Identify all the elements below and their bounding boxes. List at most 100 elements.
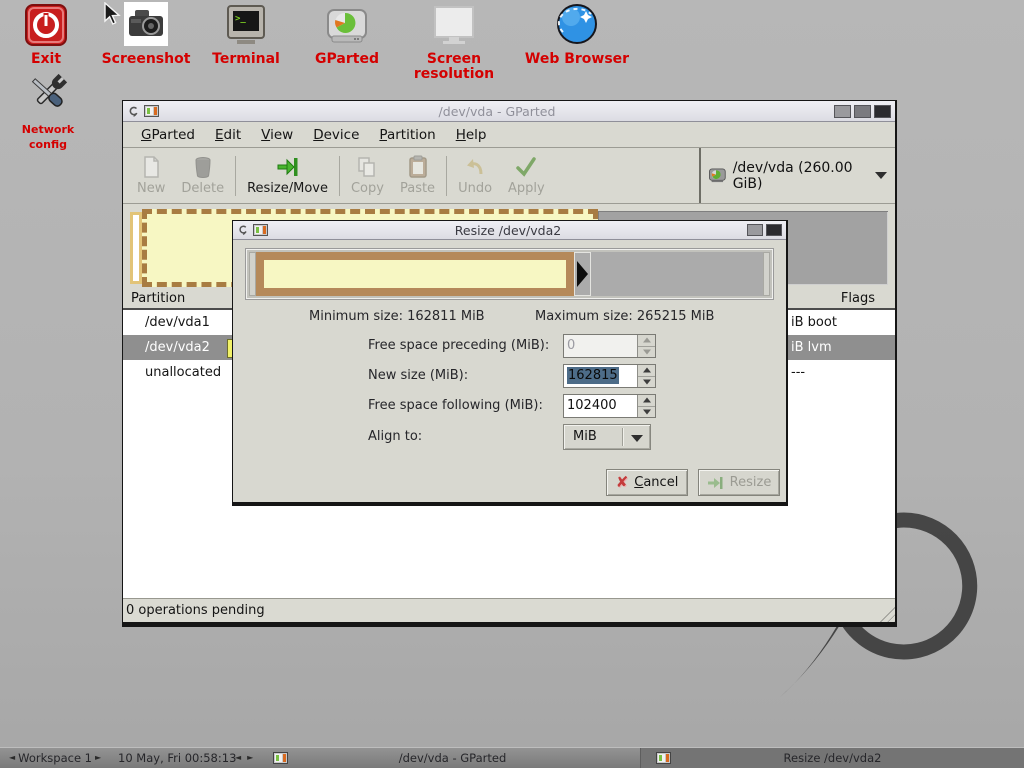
maximize-button[interactable]: [854, 105, 871, 118]
apply-button[interactable]: Apply: [500, 152, 553, 199]
window-title: /dev/vda - GParted: [163, 104, 831, 119]
menu-edit[interactable]: Edit: [205, 124, 251, 146]
spin-buttons[interactable]: [637, 365, 655, 387]
desktop-icon-web-browser[interactable]: Web Browser: [522, 2, 632, 67]
new-size-spinner[interactable]: 162815: [563, 364, 656, 388]
mouse-cursor: [103, 2, 123, 26]
close-button[interactable]: [874, 105, 891, 118]
copy-icon: [355, 155, 379, 179]
dropdown-separator: [622, 428, 624, 446]
unallocated-area: [591, 252, 763, 296]
paste-button[interactable]: Paste: [392, 152, 443, 199]
task-label: Resize /dev/vda2: [641, 751, 1024, 765]
desktop-icon-network-config[interactable]: Network config: [4, 70, 92, 152]
new-icon: [140, 155, 162, 179]
task-label: /dev/vda - GParted: [265, 751, 640, 765]
flags-fragment: iB boot: [791, 310, 837, 335]
arrow-right-icon[interactable]: ►: [244, 753, 256, 763]
delete-icon: [192, 155, 214, 179]
task-button-gparted[interactable]: /dev/vda - GParted: [265, 748, 640, 768]
arrow-left-icon[interactable]: ◄: [232, 753, 244, 763]
resize-grip[interactable]: [879, 606, 895, 622]
right-resize-handle[interactable]: [574, 252, 591, 296]
arrow-right-icon[interactable]: ►: [92, 753, 104, 763]
menu-help[interactable]: Help: [446, 124, 497, 146]
dialog-titlebar[interactable]: Resize /dev/vda2: [233, 221, 786, 240]
desktop-icon-label: GParted: [315, 51, 379, 67]
debian-swirl-icon: [237, 224, 249, 236]
spin-up-icon: [638, 335, 655, 347]
desktop-icon-label: Terminal: [212, 51, 280, 67]
new-button[interactable]: New: [129, 152, 173, 199]
minimum-size-label: Minimum size: 162811 MiB: [309, 309, 485, 324]
resize-button[interactable]: Resize: [698, 469, 780, 496]
resize-dialog: Resize /dev/vda2 Minimum size: 162811 Mi…: [232, 220, 788, 506]
gparted-window-icon: [253, 224, 268, 236]
resize-move-icon: [276, 155, 300, 179]
new-size-row: New size (MiB): 162815: [233, 364, 786, 388]
menubar: GParted Edit View Device Partition Help: [123, 122, 895, 148]
desktop-icon-label: Web Browser: [525, 51, 629, 67]
globe-icon: [555, 2, 599, 46]
desktop-icon-gparted[interactable]: GParted: [303, 6, 391, 67]
column-header-partition[interactable]: Partition: [131, 291, 185, 306]
delete-button[interactable]: Delete: [173, 152, 232, 199]
taskbar: ◄ Workspace 1 ► 10 May, Fri 00:58:13 ◄ ►…: [0, 747, 1024, 768]
device-label: /dev/vda (260.00 GiB): [733, 160, 868, 192]
free-space-preceding-spinner: 0: [563, 334, 656, 358]
monitor-icon: [432, 6, 476, 46]
desktop: Exit Screenshot >_ Terminal: [0, 0, 1024, 768]
maximum-size-label: Maximum size: 265215 MiB: [535, 309, 714, 324]
flags-fragment: iB lvm: [791, 335, 832, 360]
undo-button[interactable]: Undo: [450, 152, 500, 199]
left-resize-grip[interactable]: [249, 252, 256, 296]
cancel-x-icon: ✘: [616, 475, 629, 490]
desktop-icon-label: Exit: [31, 51, 61, 67]
column-header-flags[interactable]: Flags: [783, 291, 895, 311]
resize-move-button[interactable]: Resize/Move: [239, 152, 336, 199]
device-selector[interactable]: /dev/vda (260.00 GiB): [699, 148, 895, 203]
task-button-resize-dialog[interactable]: Resize /dev/vda2: [640, 748, 1024, 768]
toolbar: New Delete Resize/Move Copy Paste: [123, 148, 895, 204]
copy-button[interactable]: Copy: [343, 152, 392, 199]
menu-device[interactable]: Device: [303, 124, 369, 146]
workspace-switcher[interactable]: ◄ Workspace 1 ►: [6, 748, 104, 768]
align-to-row: Align to: MiB: [233, 424, 786, 450]
cancel-button[interactable]: ✘ Cancel: [606, 469, 688, 496]
maximize-button[interactable]: [747, 224, 763, 236]
close-button[interactable]: [766, 224, 782, 236]
undo-icon: [463, 155, 487, 179]
partition-segment-vda1[interactable]: [130, 212, 142, 284]
dialog-title: Resize /dev/vda2: [272, 223, 744, 238]
arrow-left-icon[interactable]: ◄: [6, 753, 18, 763]
desktop-icon-screen-resolution[interactable]: Screen resolution: [388, 6, 520, 82]
spin-up-icon: [638, 395, 655, 407]
menu-view[interactable]: View: [251, 124, 303, 146]
free-space-following-spinner[interactable]: 102400: [563, 394, 656, 418]
field-label: Align to:: [368, 424, 422, 450]
resize-arrow-icon: [707, 476, 724, 490]
spin-buttons[interactable]: [637, 395, 655, 417]
desktop-icon-label: Network config: [22, 123, 74, 151]
main-titlebar[interactable]: /dev/vda - GParted: [123, 101, 895, 122]
exit-icon: [25, 4, 67, 46]
pager-arrows[interactable]: ◄ ►: [232, 748, 256, 768]
toolbar-separator: [339, 156, 340, 196]
selected-value: 162815: [567, 367, 619, 384]
desktop-icon-terminal[interactable]: >_ Terminal: [203, 4, 289, 67]
menu-gparted[interactable]: GParted: [131, 124, 205, 146]
partition-resize-area[interactable]: [256, 252, 574, 296]
field-label: Free space preceding (MiB):: [368, 334, 549, 358]
gparted-window-icon: [144, 105, 159, 117]
flags-fragment: ---: [791, 360, 805, 385]
desktop-icon-exit[interactable]: Exit: [15, 4, 77, 67]
chevron-down-icon: [631, 435, 643, 442]
spin-buttons: [637, 335, 655, 357]
spin-down-icon: [638, 407, 655, 418]
menu-partition[interactable]: Partition: [369, 124, 445, 146]
shade-button[interactable]: [834, 105, 851, 118]
apply-icon: [514, 155, 538, 179]
toolbar-separator: [446, 156, 447, 196]
align-to-dropdown[interactable]: MiB: [563, 424, 651, 450]
right-edge-grip[interactable]: [763, 252, 770, 296]
